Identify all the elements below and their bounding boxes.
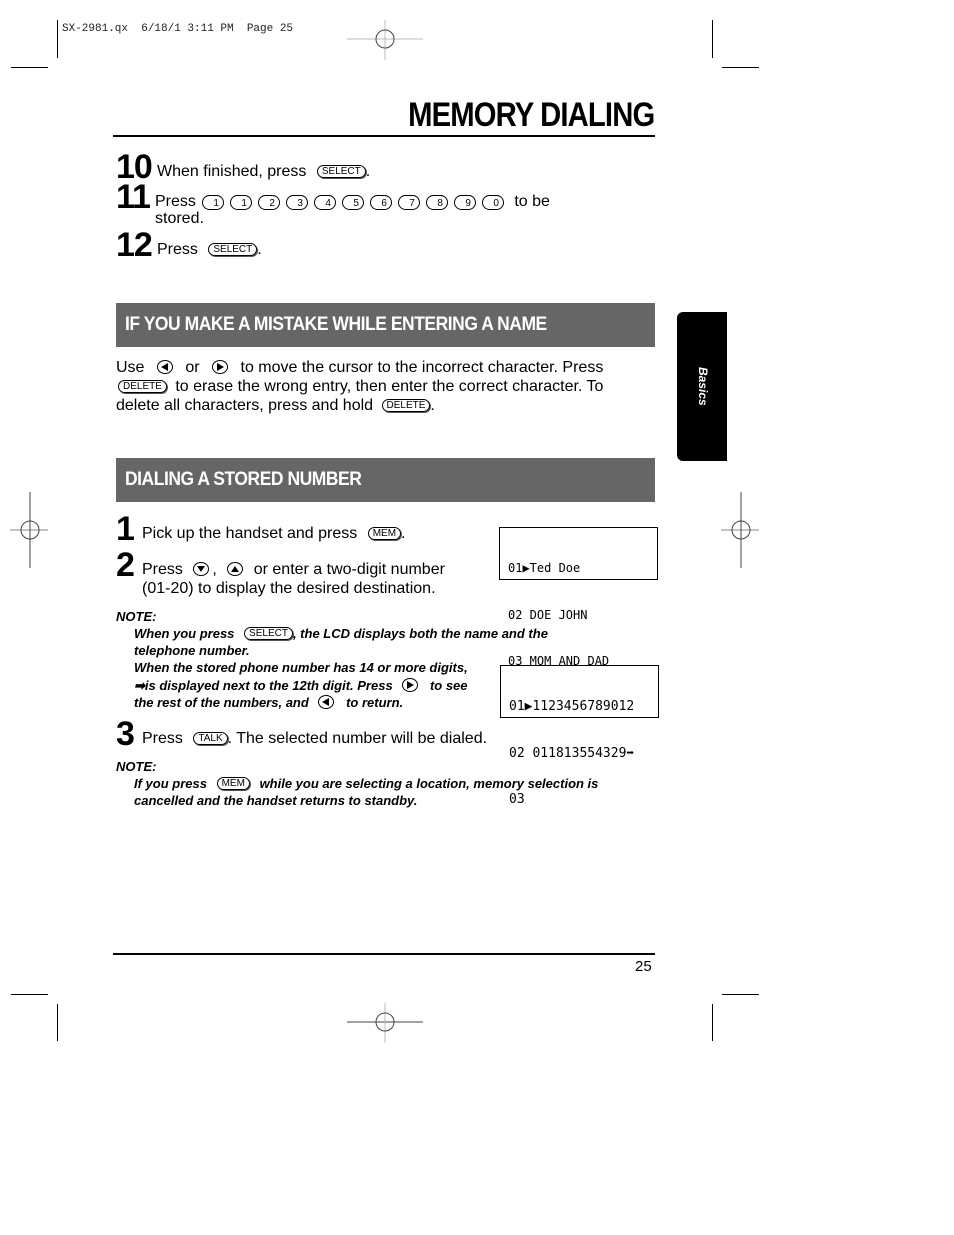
crop-mark — [11, 67, 48, 68]
digit-key: 5 — [341, 195, 364, 210]
lcd-line: 02 DOE JOHN — [508, 607, 588, 622]
note-line: telephone number. — [134, 643, 250, 658]
digit-key: 1 — [229, 195, 252, 210]
step-number: 1 — [116, 510, 135, 548]
registration-mark-bottom — [347, 1003, 423, 1043]
up-arrow-key-icon — [227, 562, 244, 576]
left-arrow-key-icon — [156, 360, 173, 374]
step-text: Press 1 1 2 3 4 5 6 7 8 9 0 to be — [155, 193, 550, 210]
registration-mark-left — [10, 492, 48, 568]
down-arrow-key-icon — [193, 562, 210, 576]
digit-key: 6 — [369, 195, 392, 210]
crop-mark — [712, 20, 713, 58]
crop-mark — [11, 994, 48, 995]
note-line: ➡is displayed next to the 12th digit. Pr… — [134, 678, 468, 693]
page-title: MEMORY DIALING — [407, 96, 655, 134]
section-heading-mistake: IF YOU MAKE A MISTAKE WHILE ENTERING A N… — [116, 303, 655, 347]
right-arrow-key-icon — [212, 360, 229, 374]
step-text-cont: stored. — [155, 210, 204, 227]
digit-key: 7 — [397, 195, 420, 210]
mistake-text-line3: delete all characters, press and hold DE… — [116, 397, 435, 414]
note-line: When you press SELECT, the LCD displays … — [134, 626, 548, 641]
note-line: cancelled and the handset returns to sta… — [134, 793, 418, 808]
crop-mark — [722, 67, 759, 68]
step-number: 3 — [116, 715, 135, 753]
left-arrow-key-icon — [318, 695, 335, 709]
digit-key: 3 — [285, 195, 308, 210]
step-text-cont: (01-20) to display the desired destinati… — [142, 580, 436, 597]
right-arrow-key-icon — [402, 678, 419, 692]
mem-key: MEM — [216, 777, 250, 790]
digit-key: 2 — [257, 195, 280, 210]
lcd-display-names: 01▶Ted Doe 02 DOE JOHN 03 MOM AND DAD — [499, 527, 658, 668]
crop-mark — [722, 994, 759, 995]
digit-key: 4 — [313, 195, 336, 210]
lcd-line: 01▶Ted Doe — [508, 561, 581, 575]
mem-key: MEM — [367, 527, 402, 540]
note-label: NOTE: — [116, 759, 157, 774]
delete-key: DELETE — [118, 380, 167, 393]
side-tab-basics: Basics — [677, 312, 727, 461]
registration-mark-right — [721, 492, 759, 568]
step-number: 12 — [116, 226, 153, 264]
delete-key: DELETE — [381, 399, 431, 412]
step-number: 11 — [116, 178, 151, 216]
digit-key: 0 — [481, 195, 504, 210]
digit-key: 8 — [425, 195, 448, 210]
crop-mark — [712, 1004, 713, 1041]
crop-mark — [57, 1004, 58, 1041]
lcd-line: 01▶1123456789012 — [509, 699, 635, 714]
registration-mark-top — [347, 20, 423, 60]
lcd-line: 03 — [509, 792, 525, 807]
step-number: 2 — [116, 546, 135, 584]
slug-line: SX-2981.qx 6/18/1 3:11 PM Page 25 — [62, 23, 294, 35]
crop-mark — [57, 20, 58, 58]
section-heading-dialing: DIALING A STORED NUMBER — [116, 458, 655, 502]
note-line: the rest of the numbers, and to return. — [134, 695, 404, 710]
digit-key: 1 — [201, 195, 224, 210]
digit-key: 9 — [453, 195, 476, 210]
lcd-line: 02 011813554329➡ — [509, 745, 635, 761]
select-key: SELECT — [316, 165, 366, 178]
lcd-display-numbers: 01▶1123456789012 02 011813554329➡ 03 — [500, 665, 659, 807]
note-label: NOTE: — [116, 609, 157, 624]
step-text: When finished, press SELECT. — [157, 163, 371, 180]
note-line: If you press MEM while you are selecting… — [134, 776, 599, 791]
talk-key: TALK — [193, 732, 228, 745]
footer-rule — [113, 953, 655, 955]
select-key: SELECT — [244, 627, 293, 640]
mistake-text-line2: DELETE to erase the wrong entry, then en… — [118, 377, 603, 396]
page-number: 25 — [635, 958, 652, 975]
select-key: SELECT — [208, 243, 258, 256]
note-line: When the stored phone number has 14 or m… — [134, 660, 468, 675]
step-text: Press SELECT. — [157, 241, 262, 258]
step-text: Pick up the handset and press MEM. — [142, 525, 406, 542]
step-text: Press , or enter a two-digit number — [142, 561, 445, 578]
step-text: Press TALK. The selected number will be … — [142, 730, 488, 747]
mistake-text-line1: Use or to move the cursor to the incorre… — [116, 359, 604, 376]
title-rule — [113, 135, 655, 137]
